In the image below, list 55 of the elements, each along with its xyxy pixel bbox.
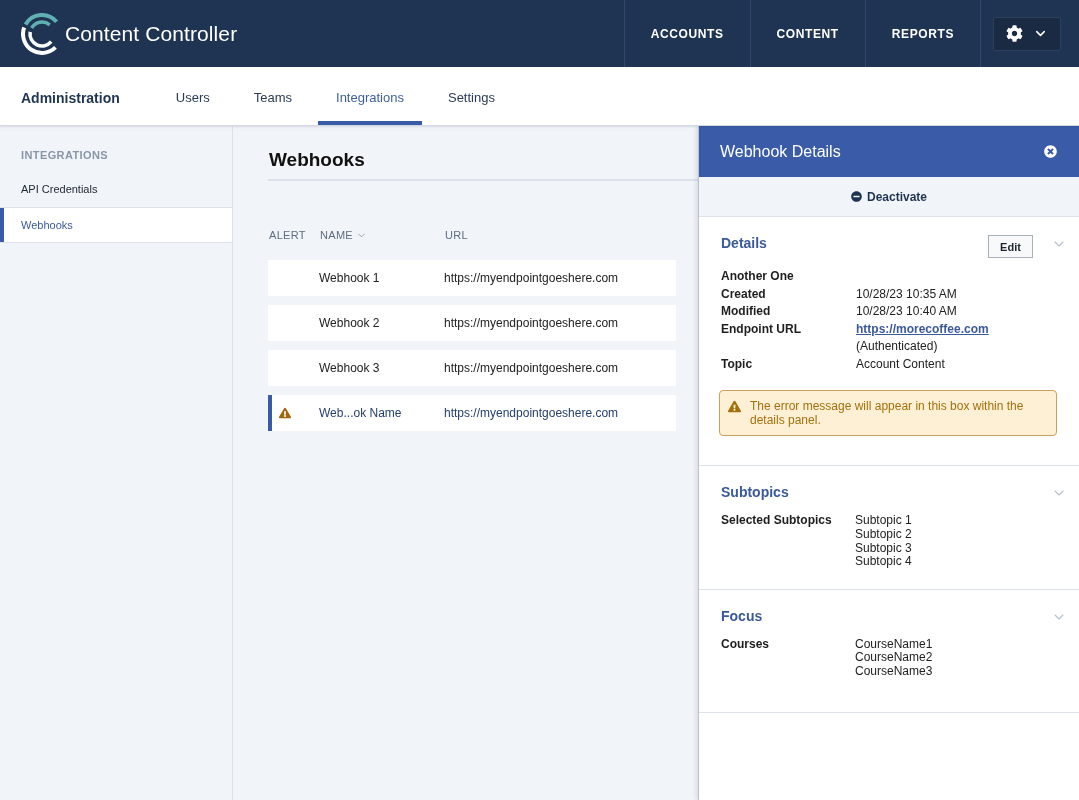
field-label: Courses <box>721 637 770 652</box>
tab[interactable]: Teams <box>235 67 311 125</box>
section-heading: Subtopics <box>721 483 789 503</box>
column-header: ALERT <box>269 229 306 241</box>
list-value: Subtopic 1 <box>855 514 912 529</box>
deactivate-button[interactable]: Deactivate <box>850 189 927 204</box>
sidebar-item[interactable]: API Credentials <box>0 171 232 207</box>
sidebar-item[interactable]: Webhooks <box>0 207 232 243</box>
tab[interactable]: Settings <box>429 67 513 125</box>
table-cell: https://myendpointgoeshere.com <box>444 406 619 420</box>
list-value: CourseName3 <box>855 665 933 679</box>
field-label: Modified <box>721 303 771 321</box>
webhook-name: Another One <box>721 268 794 285</box>
warning-icon <box>728 400 741 414</box>
endpoint-link[interactable]: https://morecoffee.com <box>856 320 989 339</box>
table-cell: https://myendpointgoeshere.com <box>444 361 619 375</box>
field-value: 10/28/23 10:40 AM <box>856 303 957 321</box>
field-value: 10/28/23 10:35 AM <box>856 285 957 303</box>
sidebar-heading: INTEGRATIONS <box>21 148 109 162</box>
edit-button[interactable]: Edit <box>988 235 1033 258</box>
section-title: Administration <box>21 89 120 106</box>
settings-menu-button[interactable] <box>993 16 1061 51</box>
table-cell: https://myendpointgoeshere.com <box>444 271 619 285</box>
table-row[interactable]: Web...ok Name https://myendpointgoeshere.com <box>268 395 676 431</box>
list-value: Subtopic 3 <box>855 541 912 556</box>
close-icon[interactable] <box>1044 145 1057 158</box>
column-header: URL <box>445 229 468 241</box>
table-cell: Webhook 2 <box>319 316 380 330</box>
column-header: NAME <box>320 229 353 241</box>
field-label: Topic <box>721 355 753 373</box>
field-note: (Authenticated) <box>856 338 938 356</box>
list-value: Subtopic 4 <box>855 555 912 569</box>
field-label: Created <box>721 285 766 303</box>
brand-name: Content Controller <box>65 21 238 46</box>
page-title: Webhooks <box>269 148 365 172</box>
tab[interactable]: Users <box>157 67 228 125</box>
table-row[interactable]: Webhook 2 https://myendpointgoeshere.com <box>268 305 676 341</box>
table-cell: https://myendpointgoeshere.com <box>444 316 619 330</box>
settings-icon <box>1006 25 1023 42</box>
section-heading: Focus <box>721 606 763 626</box>
table-row[interactable]: Webhook 3 https://myendpointgoeshere.com <box>268 350 676 386</box>
table-cell: Webhook 3 <box>319 361 380 375</box>
table-cell: Webhook 1 <box>319 271 380 285</box>
table-cell: Web...ok Name <box>319 406 402 420</box>
list-value: CourseName1 <box>855 637 933 652</box>
panel-title: Webhook Details <box>720 142 841 161</box>
table-row[interactable]: Webhook 1 https://myendpointgoeshere.com <box>268 260 676 296</box>
field-label: Endpoint URL <box>721 320 801 338</box>
field-value: Account Content <box>856 355 945 373</box>
tab[interactable]: Integrations <box>318 67 422 125</box>
list-value: CourseName2 <box>855 651 933 666</box>
list-value: Subtopic 2 <box>855 528 912 542</box>
field-label: Selected Subtopics <box>721 514 832 529</box>
section-heading: Details <box>721 234 767 253</box>
error-message: The error message will appear in this box within the details panel. <box>750 399 1025 428</box>
